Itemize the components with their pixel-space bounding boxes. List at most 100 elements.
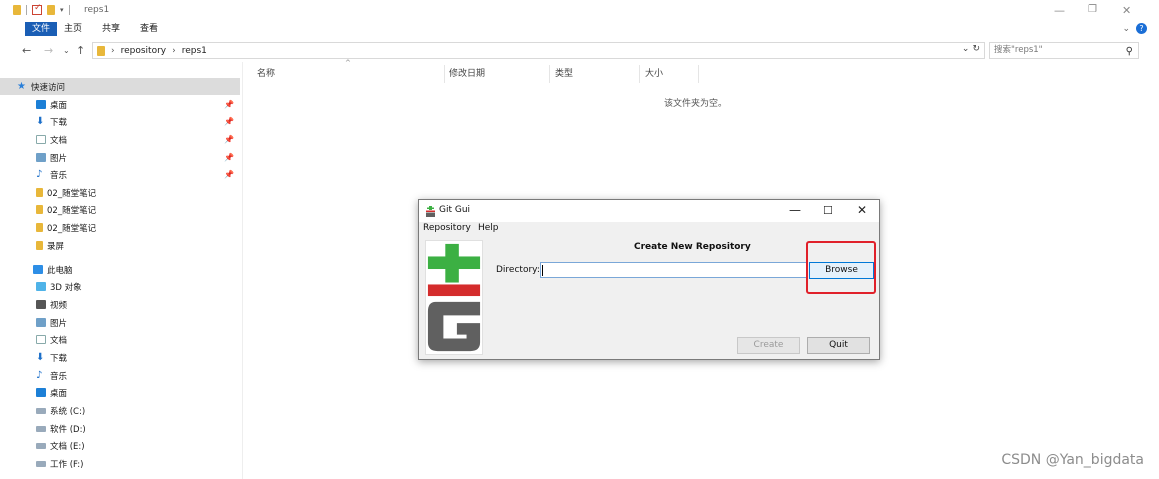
up-icon[interactable]: ↑	[76, 44, 85, 57]
restore-icon[interactable]: ❐	[1088, 4, 1097, 15]
expand-ribbon-icon[interactable]: ⌄	[1122, 24, 1130, 34]
sidebar-item-pictures[interactable]: 图片 📌	[0, 149, 240, 166]
git-gui-menubar: Repository Help	[419, 222, 879, 237]
sidebar-item-this-pc[interactable]: 此电脑	[0, 261, 240, 278]
maximize-icon[interactable]: ☐	[823, 204, 833, 217]
sidebar-item-drive-c[interactable]: 系统 (C:)	[0, 402, 240, 419]
sidebar-item-music[interactable]: ♪ 音乐 📌	[0, 166, 240, 183]
column-header-size[interactable]: 大小	[645, 63, 663, 85]
git-gui-app-icon	[426, 206, 435, 217]
tab-view[interactable]: 查看	[134, 22, 164, 36]
menu-help[interactable]: Help	[478, 223, 499, 233]
address-row: ← → ⌄ ↑ › repository › reps1 ⌄ ↻ 搜索"reps…	[0, 41, 1159, 61]
sidebar-item-label: 02_随堂笔记	[47, 223, 97, 234]
column-divider[interactable]	[444, 65, 445, 83]
folder-icon	[36, 188, 43, 197]
sidebar-item-videos[interactable]: 视频	[0, 296, 240, 313]
column-divider[interactable]	[549, 65, 550, 83]
sidebar-item-label: 视频	[50, 300, 68, 311]
folder-icon	[36, 205, 43, 214]
column-divider[interactable]	[639, 65, 640, 83]
folder-icon	[36, 241, 43, 250]
address-dropdown-icon[interactable]: ⌄	[962, 44, 970, 54]
pin-icon[interactable]: 📌	[224, 153, 234, 162]
document-icon	[36, 135, 46, 144]
text-caret	[542, 265, 543, 276]
3d-objects-icon	[36, 282, 46, 291]
properties-icon[interactable]	[32, 3, 42, 15]
sidebar-item-drive-f[interactable]: 工作 (F:)	[0, 455, 240, 472]
column-header-type[interactable]: 类型	[555, 63, 573, 85]
sidebar-item-pc-music[interactable]: ♪ 音乐	[0, 367, 240, 384]
new-folder-icon[interactable]	[47, 5, 55, 15]
pin-icon[interactable]: 📌	[224, 135, 234, 144]
sidebar-item-documents[interactable]: 文档 📌	[0, 131, 240, 148]
sidebar-item-label: 文档	[50, 335, 68, 346]
directory-input[interactable]	[540, 262, 808, 278]
column-divider[interactable]	[698, 65, 699, 83]
divider	[68, 5, 70, 15]
sidebar-item-drive-e[interactable]: 文档 (E:)	[0, 437, 240, 454]
sort-ascending-icon: ^	[345, 59, 351, 67]
sidebar-item-label: 工作 (F:)	[50, 459, 84, 470]
minimize-icon[interactable]: —	[789, 203, 801, 217]
sidebar-item-downloads[interactable]: ⬇ 下载 📌	[0, 113, 240, 130]
watermark: CSDN @Yan_bigdata	[1001, 452, 1144, 468]
sidebar-item-notes-3[interactable]: 02_随堂笔记	[0, 219, 240, 236]
sidebar-item-desktop[interactable]: 桌面 📌	[0, 96, 240, 113]
document-icon	[36, 335, 46, 344]
sidebar-item-recordings[interactable]: 录屏	[0, 237, 240, 254]
column-header-name[interactable]: 名称	[257, 63, 275, 85]
window-title: reps1	[84, 5, 110, 15]
pin-icon[interactable]: 📌	[224, 170, 234, 179]
music-icon: ♪	[36, 370, 43, 381]
tab-file[interactable]: 文件	[25, 22, 58, 36]
quit-button[interactable]: Quit	[807, 337, 870, 354]
pin-icon[interactable]: 📌	[224, 117, 234, 126]
divider	[26, 5, 27, 15]
breadcrumb-repository[interactable]: repository	[121, 46, 167, 56]
picture-icon	[36, 153, 46, 162]
sidebar-item-pc-pictures[interactable]: 图片	[0, 314, 240, 331]
sidebar-item-notes-1[interactable]: 02_随堂笔记	[0, 184, 240, 201]
sidebar-item-pc-downloads[interactable]: ⬇ 下载	[0, 349, 240, 366]
tab-share[interactable]: 共享	[96, 22, 126, 36]
search-input[interactable]: 搜索"reps1" ⚲	[989, 42, 1139, 59]
picture-icon	[36, 318, 46, 327]
git-logo	[425, 240, 483, 355]
sidebar-item-pc-documents[interactable]: 文档	[0, 331, 240, 348]
address-bar[interactable]: › repository › reps1 ⌄ ↻	[92, 42, 985, 59]
sidebar-item-label: 音乐	[50, 170, 68, 181]
minimize-icon[interactable]: —	[1054, 4, 1065, 17]
forward-icon[interactable]: →	[44, 44, 53, 57]
sidebar-item-notes-2[interactable]: 02_随堂笔记	[0, 201, 240, 218]
customize-toolbar-icon[interactable]: ▾	[60, 6, 64, 14]
recent-locations-icon[interactable]: ⌄	[63, 46, 70, 55]
folder-icon	[13, 5, 21, 15]
tab-home[interactable]: 主页	[58, 22, 88, 36]
sidebar-item-quick-access[interactable]: ★ 快速访问	[0, 78, 240, 95]
sidebar-item-label: 02_随堂笔记	[47, 188, 97, 199]
sidebar-item-label: 图片	[50, 153, 68, 164]
refresh-icon[interactable]: ↻	[972, 44, 980, 54]
sidebar-item-label: 3D 对象	[50, 282, 82, 293]
create-button[interactable]: Create	[737, 337, 800, 354]
sidebar-item-label: 桌面	[50, 100, 68, 111]
back-icon[interactable]: ←	[22, 44, 31, 57]
sidebar-item-3d-objects[interactable]: 3D 对象	[0, 278, 240, 295]
sidebar-item-label: 软件 (D:)	[50, 424, 86, 435]
sidebar-item-label: 系统 (C:)	[50, 406, 86, 417]
sidebar-item-drive-d[interactable]: 软件 (D:)	[0, 420, 240, 437]
help-icon[interactable]: ?	[1136, 23, 1147, 34]
sidebar-item-pc-desktop[interactable]: 桌面	[0, 384, 240, 401]
git-gui-titlebar: Git Gui — ☐ ✕	[419, 200, 879, 222]
breadcrumb-reps1[interactable]: reps1	[182, 46, 207, 56]
close-icon[interactable]: ✕	[857, 203, 867, 217]
close-icon[interactable]: ✕	[1122, 4, 1131, 17]
pin-icon[interactable]: 📌	[224, 100, 234, 109]
search-placeholder: 搜索"reps1"	[994, 45, 1043, 55]
quick-access-toolbar: ▾	[13, 3, 70, 15]
menu-repository[interactable]: Repository	[423, 223, 471, 233]
column-header-modified[interactable]: 修改日期	[449, 63, 485, 85]
music-icon: ♪	[36, 169, 43, 180]
